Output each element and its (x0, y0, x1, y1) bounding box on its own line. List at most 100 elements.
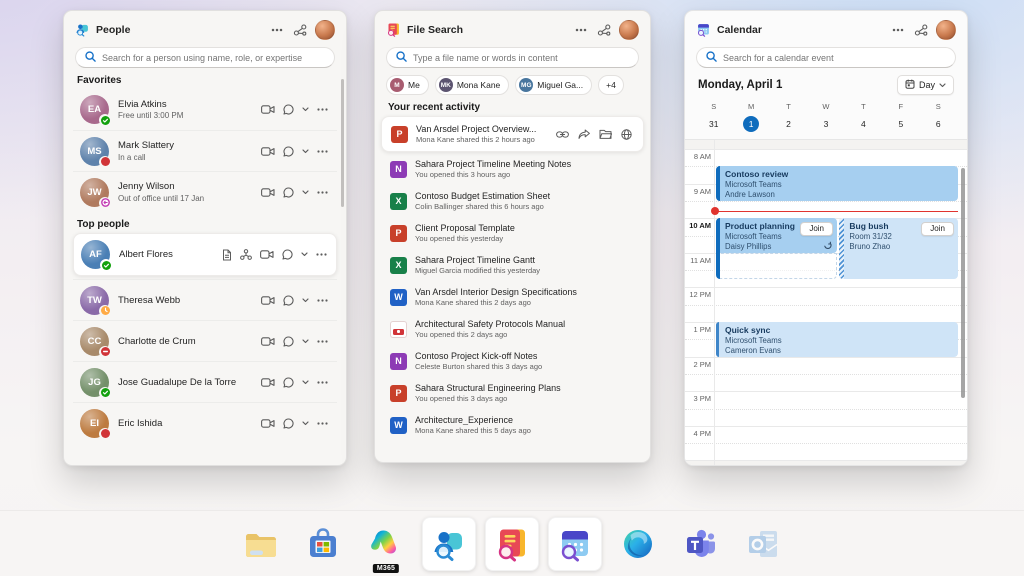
chat-icon[interactable] (283, 377, 294, 388)
people-search-input[interactable] (102, 53, 325, 63)
chevron-down-icon[interactable] (302, 298, 309, 303)
taskbar-outlook[interactable] (737, 517, 791, 571)
file-row[interactable]: NContoso Project Kick-off NotesCeleste B… (381, 345, 644, 377)
file-row[interactable]: PClient Proposal TemplateYou opened this… (381, 217, 644, 249)
date-cell[interactable]: 3 (807, 116, 844, 132)
taskbar-m365-copilot[interactable]: M365 (359, 517, 413, 571)
calendar-search-input[interactable] (723, 53, 946, 63)
video-call-icon[interactable] (261, 296, 275, 305)
file-row[interactable]: WArchitecture_ExperienceMona Kane shared… (381, 409, 644, 441)
calendar-day-grid[interactable]: 8 AM9 AM10 AM11 AM12 PM1 PM2 PM3 PM4 PM5… (685, 140, 967, 466)
more-options-icon[interactable] (317, 150, 328, 153)
chat-icon[interactable] (283, 295, 294, 306)
person-row[interactable]: EAElvia AtkinsFree until 3:00 PM (73, 89, 337, 130)
filter-chip[interactable]: MGMiguel Ga... (515, 75, 592, 95)
calendar-event[interactable]: Quick syncMicrosoft TeamsCameron Evans (716, 322, 958, 357)
video-call-icon[interactable] (261, 105, 275, 114)
more-options-icon[interactable] (890, 26, 906, 34)
file-row[interactable]: PVan Arsdel Project Overview...Mona Kane… (381, 116, 644, 152)
open-in-browser-icon[interactable] (621, 129, 632, 140)
file-row[interactable]: WVan Arsdel Interior Design Specificatio… (381, 281, 644, 313)
person-row[interactable]: AFAlbert Flores (73, 233, 337, 276)
video-call-icon[interactable] (260, 250, 274, 259)
chat-icon[interactable] (283, 187, 294, 198)
chat-icon[interactable] (283, 146, 294, 157)
date-cell[interactable]: 4 (845, 116, 882, 132)
people-scrollbar[interactable] (341, 79, 344, 207)
date-number[interactable]: 6 (930, 116, 946, 132)
more-options-icon[interactable] (317, 381, 328, 384)
org-chart-icon[interactable] (240, 249, 252, 260)
taskbar-teams[interactable] (674, 517, 728, 571)
file-row[interactable]: PSahara Structural Engineering PlansYou … (381, 377, 644, 409)
more-options-icon[interactable] (317, 340, 328, 343)
person-row[interactable]: CCCharlotte de Crum (73, 320, 337, 361)
date-cell[interactable]: 31 (695, 116, 732, 132)
chevron-down-icon[interactable] (302, 339, 309, 344)
more-options-icon[interactable] (317, 422, 328, 425)
more-options-icon[interactable] (317, 191, 328, 194)
chevron-down-icon[interactable] (302, 149, 309, 154)
chat-icon[interactable] (282, 249, 293, 260)
chat-icon[interactable] (283, 336, 294, 347)
connections-icon[interactable] (595, 22, 613, 38)
video-call-icon[interactable] (261, 378, 275, 387)
chat-icon[interactable] (283, 104, 294, 115)
chevron-down-icon[interactable] (302, 190, 309, 195)
date-number[interactable]: 2 (781, 116, 797, 132)
people-search[interactable] (75, 47, 335, 68)
taskbar-edge[interactable] (611, 517, 665, 571)
filter-chip[interactable]: MKMona Kane (435, 75, 509, 95)
share-icon[interactable] (578, 129, 590, 140)
date-cell[interactable]: 1 (732, 116, 769, 132)
taskbar-file-search-app[interactable] (485, 517, 539, 571)
chevron-down-icon[interactable] (302, 421, 309, 426)
file-search-box[interactable] (386, 47, 639, 68)
calendar-event[interactable]: Product planningMicrosoft TeamsDaisy Phi… (716, 218, 837, 279)
file-row[interactable]: Architectural Safety Protocols ManualYou… (381, 313, 644, 345)
person-row[interactable]: EIEric Ishida (73, 402, 337, 443)
file-search-input[interactable] (413, 53, 629, 63)
date-number[interactable]: 3 (818, 116, 834, 132)
person-row[interactable]: JGJose Guadalupe De la Torre (73, 361, 337, 402)
person-row[interactable]: MSMark SlatteryIn a call (73, 130, 337, 171)
date-number[interactable]: 1 (743, 116, 759, 132)
join-button[interactable]: Join (800, 222, 833, 236)
open-folder-icon[interactable] (599, 129, 612, 139)
more-options-icon[interactable] (573, 26, 589, 34)
document-icon[interactable] (222, 249, 232, 261)
date-number[interactable]: 5 (893, 116, 909, 132)
calendar-event[interactable]: Contoso reviewMicrosoft TeamsAndre Lawso… (716, 166, 958, 201)
file-row[interactable]: XContoso Budget Estimation SheetColin Ba… (381, 185, 644, 217)
account-avatar[interactable] (315, 20, 335, 40)
more-options-icon[interactable] (269, 26, 285, 34)
person-row[interactable]: JWJenny WilsonOut of office until 17 Jan (73, 171, 337, 212)
video-call-icon[interactable] (261, 337, 275, 346)
account-avatar[interactable] (936, 20, 956, 40)
chevron-down-icon[interactable] (301, 252, 308, 257)
taskbar-calendar-app[interactable] (548, 517, 602, 571)
account-avatar[interactable] (619, 20, 639, 40)
chat-icon[interactable] (283, 418, 294, 429)
filter-chip[interactable]: +4 (598, 75, 624, 95)
date-cell[interactable]: 6 (920, 116, 957, 132)
connections-icon[interactable] (912, 22, 930, 38)
connections-icon[interactable] (291, 22, 309, 38)
more-options-icon[interactable] (316, 253, 327, 256)
chevron-down-icon[interactable] (302, 107, 309, 112)
view-selector-button[interactable]: Day (897, 75, 954, 95)
more-options-icon[interactable] (317, 299, 328, 302)
copy-link-icon[interactable] (556, 131, 569, 138)
more-options-icon[interactable] (317, 108, 328, 111)
person-row[interactable]: TWTheresa Webb (73, 279, 337, 320)
taskbar-file-explorer[interactable] (233, 517, 287, 571)
file-row[interactable]: XSahara Project Timeline GanttMiguel Gar… (381, 249, 644, 281)
join-button[interactable]: Join (921, 222, 954, 236)
chevron-down-icon[interactable] (302, 380, 309, 385)
date-cell[interactable]: 5 (882, 116, 919, 132)
date-cell[interactable]: 2 (770, 116, 807, 132)
video-call-icon[interactable] (261, 419, 275, 428)
calendar-search[interactable] (696, 47, 956, 68)
taskbar-people-app[interactable] (422, 517, 476, 571)
calendar-scrollbar[interactable] (961, 168, 965, 398)
